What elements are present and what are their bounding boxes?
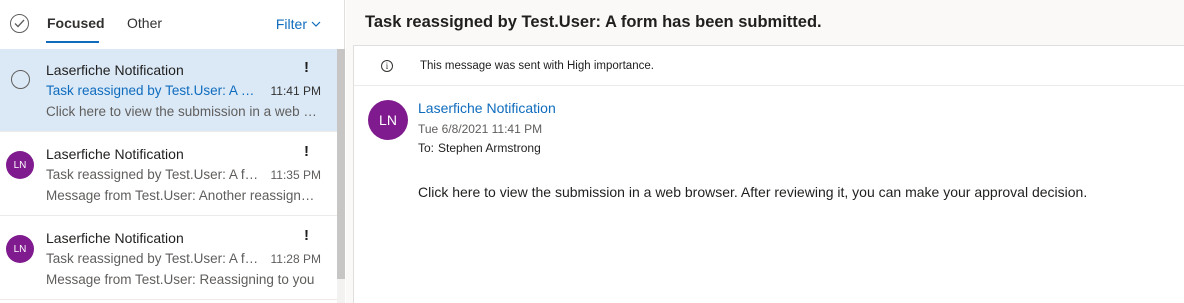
high-importance-icon: ! xyxy=(304,59,309,76)
message-preview: Message from Test.User: Another reassign… xyxy=(46,188,322,203)
recipient-name[interactable]: Stephen Armstrong xyxy=(438,141,541,155)
select-all-checkmark-circle-icon[interactable] xyxy=(10,14,29,33)
message-subject: Task reassigned by Test.User: A form has… xyxy=(46,167,260,182)
importance-notice-bar: i This message was sent with High import… xyxy=(354,46,1184,86)
message-time: 11:35 PM xyxy=(270,168,321,182)
message-sender: Laserfiche Notification xyxy=(46,230,184,246)
tab-other[interactable]: Other xyxy=(127,15,162,31)
message-item[interactable]: Laserfiche Notification ! Task reassigne… xyxy=(0,49,337,132)
message-sender: Laserfiche Notification xyxy=(46,62,184,78)
tab-focused-underline xyxy=(46,41,99,43)
message-item[interactable]: LN Laserfiche Notification ! Task reassi… xyxy=(0,217,337,300)
message-list-header: Focused Other Filter xyxy=(0,0,345,48)
conversation-title: Task reassigned by Test.User: A form has… xyxy=(365,13,822,31)
message-time: 11:28 PM xyxy=(270,252,321,266)
sent-date: Tue 6/8/2021 11:41 PM xyxy=(418,122,543,136)
to-label: To: xyxy=(418,141,435,155)
filter-button[interactable]: Filter xyxy=(276,16,321,32)
message-select-radio[interactable] xyxy=(11,70,30,89)
message-subject: Task reassigned by Test.User: A form has… xyxy=(46,83,258,98)
sender-avatar[interactable]: LN xyxy=(368,100,408,140)
message-sender: Laserfiche Notification xyxy=(46,146,184,162)
message-item[interactable]: LN Laserfiche Notification ! Task reassi… xyxy=(0,133,337,216)
message-preview: Click here to view the submission in a w… xyxy=(46,104,322,119)
message-subject: Task reassigned by Test.User: A form has… xyxy=(46,251,260,266)
tab-focused[interactable]: Focused xyxy=(47,15,105,31)
message-list-scrollbar[interactable] xyxy=(337,49,345,303)
message-list-pane: Focused Other Filter Laserfiche Notifica… xyxy=(0,0,345,303)
high-importance-icon: ! xyxy=(304,143,309,160)
avatar: LN xyxy=(6,235,34,263)
message-body: Click here to view the submission in a w… xyxy=(418,184,1088,200)
chevron-down-icon xyxy=(311,21,321,27)
scrollbar-thumb[interactable] xyxy=(337,49,345,279)
sender-name-link[interactable]: Laserfiche Notification xyxy=(418,100,556,116)
reading-pane: Task reassigned by Test.User: A form has… xyxy=(346,0,1184,303)
filter-label: Filter xyxy=(275,16,307,32)
info-icon: i xyxy=(381,60,393,72)
message-preview: Message from Test.User: Reassigning to y… xyxy=(46,272,315,287)
high-importance-icon: ! xyxy=(304,227,309,244)
message-time: 11:41 PM xyxy=(270,84,321,98)
message-list: Laserfiche Notification ! Task reassigne… xyxy=(0,49,345,303)
message-card: i This message was sent with High import… xyxy=(353,45,1184,303)
importance-notice-text: This message was sent with High importan… xyxy=(420,60,654,72)
recipient-line: To: Stephen Armstrong xyxy=(418,141,541,155)
avatar: LN xyxy=(6,151,34,179)
